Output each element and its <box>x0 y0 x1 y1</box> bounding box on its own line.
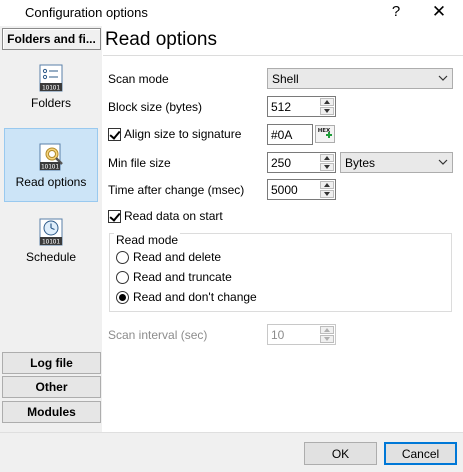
sidebar-item-folders[interactable]: 1O1O1 Folders <box>4 64 98 120</box>
radio-read-and-dont-change[interactable]: Read and don't change <box>116 290 257 304</box>
dialog-footer: OK Cancel <box>0 432 463 472</box>
hex-add-icon: HEX <box>318 128 332 138</box>
time-after-change-stepper[interactable]: 5000 <box>267 179 336 200</box>
align-size-checkbox[interactable]: Align size to signature <box>108 127 241 141</box>
min-file-size-unit-select[interactable]: Bytes <box>340 152 453 173</box>
cancel-button[interactable]: Cancel <box>384 442 457 465</box>
radio-label: Read and truncate <box>133 270 232 284</box>
svg-text:1O1O1: 1O1O1 <box>42 239 60 246</box>
radio-icon[interactable] <box>116 250 129 264</box>
group-log-file[interactable]: Log file <box>2 352 101 374</box>
sidebar-item-read-options[interactable]: 1O1O1 Read options <box>4 128 98 202</box>
time-after-change-value: 5000 <box>271 182 298 197</box>
checkbox-checked-icon[interactable] <box>108 127 121 141</box>
radio-label: Read and delete <box>133 250 222 264</box>
spin-buttons[interactable] <box>320 181 334 198</box>
time-after-change-label: Time after change (msec) <box>108 183 245 197</box>
group-other[interactable]: Other <box>2 376 101 398</box>
unit-value: Bytes <box>345 155 376 170</box>
panel-header: Read options <box>103 26 463 56</box>
svg-text:1O1O1: 1O1O1 <box>41 164 59 171</box>
window-title: Configuration options <box>25 5 148 20</box>
block-size-label: Block size (bytes) <box>108 100 203 114</box>
scan-interval-value: 10 <box>271 327 285 342</box>
spin-down-icon <box>320 335 334 343</box>
read-mode-legend: Read mode <box>114 233 181 247</box>
min-file-size-value: 250 <box>271 155 292 170</box>
folders-icon: 1O1O1 <box>38 64 64 92</box>
radio-label: Read and don't change <box>133 290 257 304</box>
hex-editor-button[interactable]: HEX <box>315 125 335 143</box>
signature-field[interactable]: #0A <box>267 124 313 145</box>
page-title: Read options <box>105 29 217 50</box>
sidebar-item-schedule[interactable]: 1O1O1 Schedule <box>4 218 98 274</box>
close-button[interactable]: ✕ <box>428 2 450 22</box>
chevron-down-icon <box>438 159 448 165</box>
sidebar-item-label: Read options <box>15 175 87 189</box>
title-bar: Configuration options ? ✕ <box>0 0 463 26</box>
radio-icon[interactable] <box>116 270 129 284</box>
radio-read-and-delete[interactable]: Read and delete <box>116 250 221 264</box>
sidebar-item-label: Folders <box>30 96 71 110</box>
read-data-on-start-checkbox[interactable]: Read data on start <box>108 209 223 223</box>
scan-mode-select[interactable]: Shell <box>267 68 453 89</box>
group-modules[interactable]: Modules <box>2 401 101 423</box>
spin-down-icon[interactable] <box>320 107 334 115</box>
read-options-icon: 1O1O1 <box>38 143 64 171</box>
spin-buttons[interactable] <box>320 154 334 171</box>
scan-mode-value: Shell <box>272 71 299 86</box>
spin-up-icon[interactable] <box>320 154 334 162</box>
spin-up-icon <box>320 326 334 334</box>
spin-buttons <box>320 326 334 343</box>
spin-down-icon[interactable] <box>320 163 334 171</box>
radio-read-and-truncate[interactable]: Read and truncate <box>116 270 232 284</box>
spin-up-icon[interactable] <box>320 181 334 189</box>
block-size-value: 512 <box>271 99 292 114</box>
svg-text:1O1O1: 1O1O1 <box>42 85 60 92</box>
checkbox-checked-icon[interactable] <box>108 209 121 223</box>
scan-mode-label: Scan mode <box>108 72 169 86</box>
signature-value: #0A <box>271 127 293 142</box>
radio-selected-icon[interactable] <box>116 290 129 304</box>
group-folders-and-files[interactable]: Folders and fi... <box>2 28 101 50</box>
min-file-size-stepper[interactable]: 250 <box>267 152 336 173</box>
scan-interval-stepper: 10 <box>267 324 336 345</box>
help-button[interactable]: ? <box>389 3 403 20</box>
ok-button[interactable]: OK <box>304 442 377 465</box>
sidebar-item-label: Schedule <box>25 250 77 264</box>
scan-interval-label: Scan interval (sec) <box>108 328 208 342</box>
block-size-stepper[interactable]: 512 <box>267 96 336 117</box>
spin-buttons[interactable] <box>320 98 334 115</box>
min-file-size-label: Min file size <box>108 156 171 170</box>
sidebar: Folders and fi... 1O1O1 Folders 1O1O1 Re… <box>0 26 102 432</box>
chevron-down-icon <box>438 75 448 81</box>
schedule-icon: 1O1O1 <box>38 218 64 246</box>
align-size-label: Align size to signature <box>124 127 242 141</box>
spin-down-icon[interactable] <box>320 190 334 198</box>
read-data-on-start-label: Read data on start <box>124 209 223 223</box>
spin-up-icon[interactable] <box>320 98 334 106</box>
